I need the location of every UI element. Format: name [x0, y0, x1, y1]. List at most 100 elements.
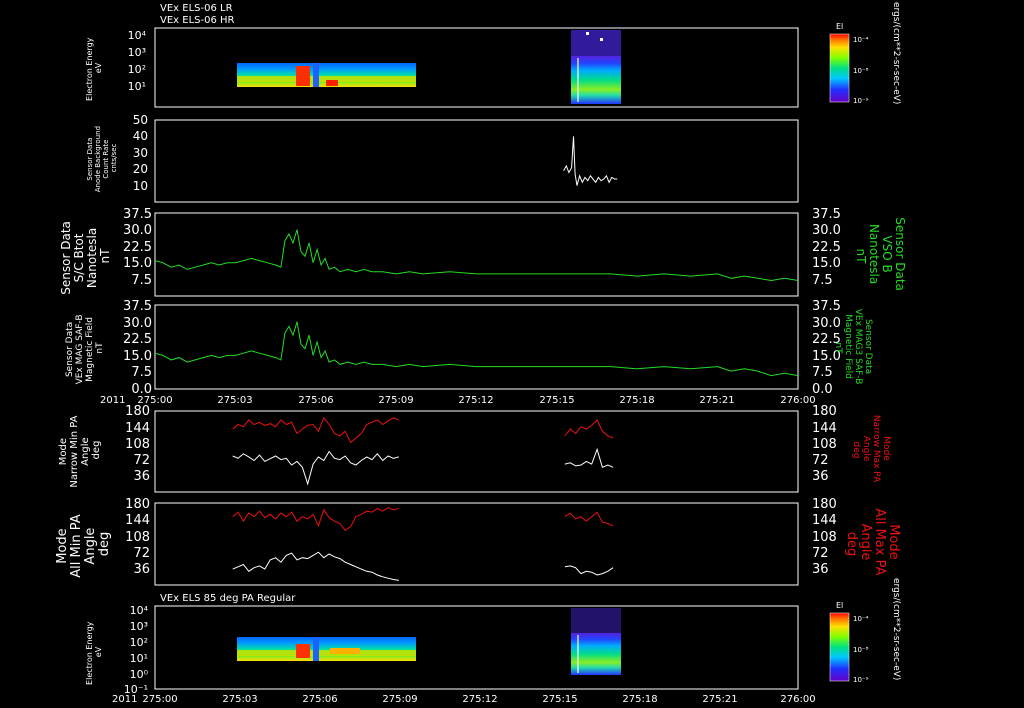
time-axis-bottom: 2011 275:00 275:03 275:06 275:09 275:12 …	[112, 694, 816, 705]
series-lines	[563, 136, 618, 186]
y-axis-label-line: Sensor Data	[65, 322, 75, 377]
y-tick-label: 180	[125, 404, 150, 419]
series-line-white	[232, 551, 399, 581]
y-axis-label: Sensor Data Anode Background Count Rate …	[86, 124, 118, 192]
y-tick-label: 15.0	[123, 349, 152, 364]
y-axis-label-line: Angle	[80, 437, 91, 465]
time-axis-middle: 2011 275:00 275:03 275:06 275:09 275:12 …	[100, 395, 816, 406]
colorbar-tick: 10⁻⁸	[853, 67, 869, 75]
y-axis-label-line: All Min PA	[69, 514, 84, 577]
y-axis-label-line: deg	[97, 532, 112, 557]
y-axis-label-line: Electron Energy	[85, 621, 94, 685]
y-tick-label-right: 72	[812, 453, 829, 468]
series-line-red	[564, 419, 614, 439]
spectrogram-data-block	[237, 63, 416, 87]
y-tick-label: 22.5	[123, 332, 152, 347]
y-tick-label: 72	[133, 453, 150, 468]
panel-background: 50 40 30 20 10 Sensor Data Anode Backgro…	[86, 113, 799, 203]
y-tick-label: 7.5	[131, 273, 152, 288]
time-tick-label: 276:00	[780, 395, 815, 406]
colorbar-title: El	[836, 22, 843, 31]
time-tick-label: 275:15	[542, 694, 577, 705]
y-tick-label: 37.5	[123, 299, 152, 314]
series-lines	[232, 507, 614, 581]
y-tick-label-right: 36	[812, 469, 829, 484]
y-tick-label: 10²	[128, 63, 146, 76]
y-tick-label-right: 37.5	[812, 299, 841, 314]
y-tick-label: 10³	[128, 46, 146, 59]
panel-bmag-2: 37.5 30.0 22.5 15.0 7.5 0.0 37.5 30.0 22…	[65, 299, 873, 397]
series-line-red	[232, 416, 399, 444]
series-lines	[232, 416, 614, 486]
colorbar-unit: ergs/(cm**2-sr-sec-eV)	[891, 578, 901, 680]
y-tick-label: 10	[133, 179, 148, 193]
panel-frame	[154, 212, 799, 297]
y-axis-label-line: deg	[91, 441, 102, 460]
y-tick-label: 10⁰	[130, 668, 149, 681]
panel-spectrogram-bottom: VEx ELS 85 deg PA Regular 10⁴ 10³ 10² 10…	[85, 578, 901, 696]
right-axis-label-line: Mode	[881, 436, 891, 461]
y-tick-label-right: 22.5	[812, 240, 841, 255]
right-axis-label: Mode Narrow Max PA Angle deg	[851, 415, 891, 485]
y-tick-label-right: 108	[812, 437, 837, 452]
time-tick-label: 275:21	[702, 694, 737, 705]
y-axis-label-line: Electron Energy	[85, 37, 94, 101]
header-line-2: VEx ELS-06 HR	[160, 15, 235, 26]
y-tick-label-right: 30.0	[812, 316, 841, 331]
colorbar-tick: 10⁻⁴	[853, 36, 869, 44]
panel-pa-narrow: 180 144 108 72 36 180 144 108 72 36 Mode…	[58, 404, 891, 493]
y-tick-label: 30.0	[123, 316, 152, 331]
colorbar-unit: ergs/(cm**2-sr-sec-eV)	[891, 2, 901, 104]
time-tick-label: 275:06	[302, 694, 337, 705]
y-tick-label: 10¹	[128, 80, 146, 93]
series-line-white	[232, 450, 399, 486]
time-tick-label: 275:09	[382, 694, 417, 705]
y-axis-label-line: S/C Btot	[72, 233, 86, 282]
y-axis-label-line: Nanotesla	[85, 228, 99, 288]
y-tick-label: 22.5	[123, 240, 152, 255]
y-tick-label: 30	[133, 146, 148, 160]
y-tick-label-right: 36	[812, 562, 829, 577]
y-axis-label-line: eV	[94, 646, 103, 657]
spectrogram-data-block	[237, 637, 416, 661]
y-axis-label: Electron Energy eV	[85, 35, 103, 101]
y-axis-label-line: cnts/sec	[110, 143, 118, 172]
colorbar-gradient	[829, 612, 850, 682]
time-tick-label: 275:12	[462, 694, 497, 705]
time-tick-label: 276:00	[780, 694, 815, 705]
y-axis-label: Sensor Data S/C Btot Nanotesla nT	[59, 217, 112, 294]
time-tick-label: 275:18	[622, 694, 657, 705]
time-tick-label: 275:06	[298, 395, 333, 406]
y-tick-label-right: 7.5	[812, 273, 833, 288]
panel-pa-all: 180 144 108 72 36 180 144 108 72 36 Mode…	[55, 497, 901, 586]
y-axis-label-line: Magnetic Field	[85, 317, 95, 382]
y-axis-label-line: eV	[94, 62, 103, 73]
right-axis-label-line: deg	[851, 442, 861, 459]
y-tick-label: 144	[125, 421, 150, 436]
time-tick-label: 275:15	[539, 395, 574, 406]
y-tick-label-right: 15.0	[812, 256, 841, 271]
colorbar: El 10⁻⁴ 10⁻⁸ 10⁻⁹ ergs/(cm**2-sr-sec-eV)	[829, 578, 901, 684]
panel-frame	[154, 304, 799, 390]
y-tick-label: 36	[133, 562, 150, 577]
y-tick-label-right: 37.5	[812, 207, 841, 222]
right-axis-label-line: Narrow Max PA	[871, 415, 881, 483]
time-tick-label: 275:18	[619, 395, 654, 406]
y-tick-label-right: 30.0	[812, 223, 841, 238]
series-line-green	[154, 321, 799, 377]
right-axis-label-line: Sensor Data	[893, 217, 907, 291]
y-tick-label: 10⁴	[128, 29, 147, 42]
y-axis-label: Mode All Min PA Angle deg	[55, 510, 112, 578]
y-tick-label: 72	[133, 546, 150, 561]
right-axis-label-line: Nanotesla	[867, 224, 881, 284]
colorbar-tick: 10⁻⁸	[853, 646, 869, 654]
multi-panel-plot: VEx ELS-06 LR VEx ELS-06 HR 10⁴ 10³ 10² …	[55, 2, 907, 705]
y-tick-label: 144	[125, 513, 150, 528]
series-line-white	[563, 136, 618, 186]
colorbar-title: El	[836, 601, 843, 610]
y-axis-label: Electron Energy eV	[85, 619, 103, 685]
y-axis-label-line: Anode Background	[94, 126, 102, 192]
time-tick-label: 275:00	[142, 694, 177, 705]
y-tick-label: 10⁴	[130, 604, 149, 617]
y-tick-label-right: 108	[812, 530, 837, 545]
